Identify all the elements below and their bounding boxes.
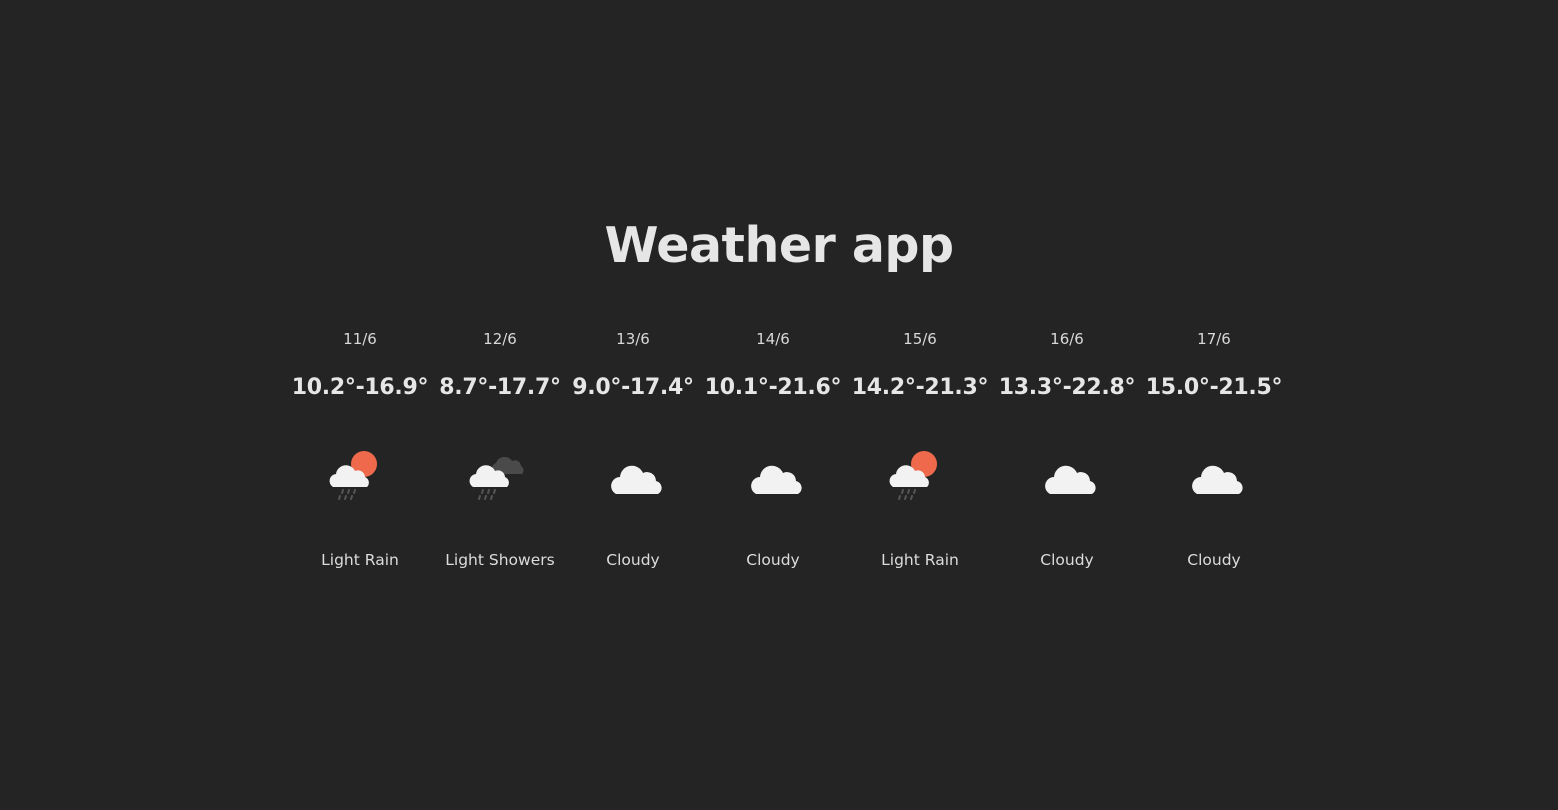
cloud-icon bbox=[598, 448, 668, 504]
day-date: 17/6 bbox=[1197, 330, 1231, 348]
day-date: 13/6 bbox=[616, 330, 650, 348]
day-temperature-range: 15.0°-21.5° bbox=[1145, 375, 1283, 400]
cloud-icon bbox=[738, 448, 808, 504]
day-date: 12/6 bbox=[483, 330, 517, 348]
forecast-row: 11/6 10.2°-16.9° Light Rain 12/6 8.7°-17… bbox=[0, 328, 1558, 588]
day-date: 14/6 bbox=[756, 330, 790, 348]
sun-cloud-rain-icon bbox=[885, 448, 955, 504]
day-description: Cloudy bbox=[1187, 551, 1241, 569]
page-title: Weather app bbox=[604, 216, 954, 274]
day-date: 11/6 bbox=[343, 330, 377, 348]
showers-icon bbox=[465, 448, 535, 504]
sun-cloud-rain-icon bbox=[325, 448, 395, 504]
weather-app: Weather app 11/6 10.2°-16.9° Light Rain … bbox=[0, 0, 1558, 810]
day-date: 15/6 bbox=[903, 330, 937, 348]
day-date: 16/6 bbox=[1050, 330, 1084, 348]
cloud-icon bbox=[1179, 448, 1249, 504]
cloud-icon bbox=[1032, 448, 1102, 504]
